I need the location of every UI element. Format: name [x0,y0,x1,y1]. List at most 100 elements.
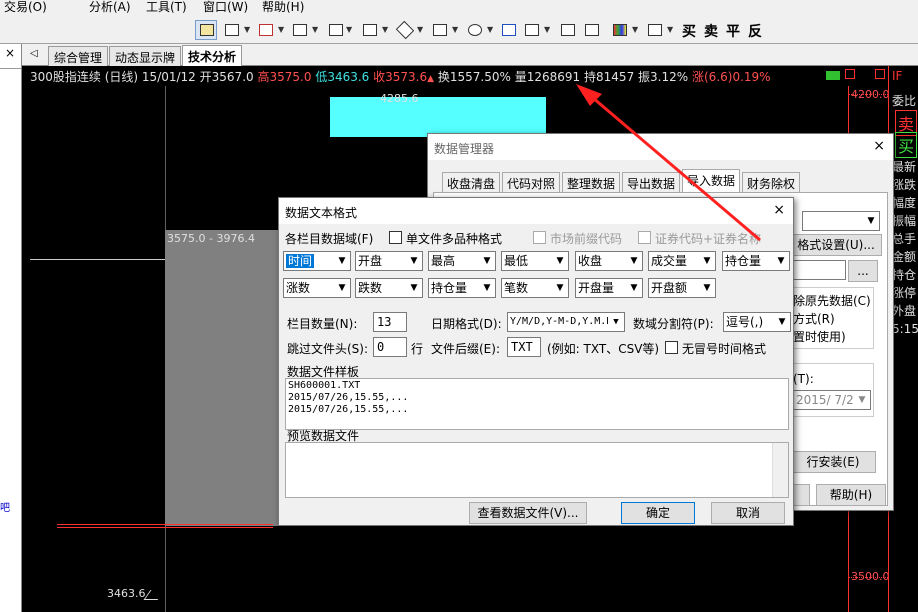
low-price-label: 3463.6 [107,587,146,600]
eraser-icon[interactable] [556,20,578,40]
menu-analysis[interactable]: 分析(A) [89,0,131,14]
no-colon-checkbox[interactable] [665,341,678,354]
no-colon-label: 无冒号时间格式 [682,342,767,356]
date-picker[interactable]: 2015/ 7/26 ▼ [793,390,871,410]
path-input[interactable] [790,260,846,280]
close-position-button[interactable]: 平 [726,21,740,41]
close-icon[interactable]: × [5,46,15,60]
field-select-8[interactable]: 涨数 ▼ [283,278,351,298]
chevron-down-icon[interactable]: ▼ [312,25,318,34]
channel-tool-icon[interactable] [254,20,276,40]
separator-select[interactable]: 逗号(,) ▼ [723,312,791,332]
field-select-2[interactable]: 开盘 ▼ [355,251,423,271]
buy-button[interactable]: 买 [682,21,696,41]
field-select-4[interactable]: 最低 ▼ [501,251,569,271]
chevron-down-icon[interactable]: ▼ [487,25,493,34]
connection-icon [826,71,840,80]
tab-code-map[interactable]: 代码对照 [502,172,561,192]
field-select-1[interactable]: 时间 ▼ [283,251,351,271]
format-settings-button[interactable]: 格式设置(U)... [790,234,882,256]
gann-icon[interactable] [358,20,380,40]
help-button[interactable]: 帮助(H) [816,484,886,506]
quote-low: 低3463.6 [315,70,370,84]
date-format-label: 日期格式(D): [431,317,502,331]
diamond-icon[interactable] [393,20,415,40]
tab-close-clear[interactable]: 收盘清盘 [442,172,501,192]
start-install-button[interactable]: 行安装(E) [790,451,876,473]
menu-help[interactable]: 帮助(H) [262,0,304,14]
restore-icon[interactable] [845,69,855,79]
field-select-7[interactable]: 持仓量 ▼ [722,251,790,271]
chevron-down-icon[interactable]: ▼ [632,25,638,34]
line-tool-icon[interactable] [220,20,242,40]
text-format-titlebar: 数据文本格式 × [279,198,793,224]
menu-window[interactable]: 窗口(W) [203,0,248,14]
copy-icon[interactable] [580,20,602,40]
symbol-name: 300股指连续 (日线) [30,70,139,84]
ok-button[interactable]: 确定 [621,502,695,524]
sample-line: 2015/07/26,15.55,... [288,392,409,403]
field-select-5[interactable]: 收盘 ▼ [575,251,643,271]
date-format-select[interactable]: Y/M/D,Y-M-D,Y.M.D ▼ [507,312,625,332]
tab-finance[interactable]: 财务除权 [742,172,801,192]
column-count-input[interactable]: 13 [373,312,407,332]
chevron-down-icon[interactable]: ▼ [417,25,423,34]
menu-trade[interactable]: 交易(O) [4,0,47,14]
scroll-left-icon[interactable]: ◁ [30,48,38,59]
fibonacci-icon[interactable] [324,20,346,40]
chevron-down-icon[interactable]: ▼ [346,25,352,34]
chevron-down-icon[interactable]: ▼ [244,25,250,34]
close-icon[interactable]: × [773,202,785,218]
field-select-12[interactable]: 开盘量 ▼ [575,278,643,298]
tab-organize[interactable]: 整理数据 [562,172,621,192]
draw-cursor-icon[interactable] [195,20,217,40]
vertical-lines-icon[interactable] [288,20,310,40]
date-group: (T): 2015/ 7/26 ▼ [790,363,874,417]
chevron-down-icon[interactable]: ▼ [667,25,673,34]
import-type-select[interactable]: ▼ [802,211,880,231]
reverse-button[interactable]: 反 [748,21,762,41]
field-select-11[interactable]: 笔数 ▼ [501,278,569,298]
chevron-down-icon[interactable]: ▼ [278,25,284,34]
tab-technical-analysis[interactable]: 技术分析 [182,45,243,66]
field-select-6[interactable]: 成交量 ▼ [648,251,716,271]
chevron-down-icon[interactable]: ▼ [452,25,458,34]
market-prefix-checkbox[interactable] [533,231,546,244]
circle-icon[interactable] [463,20,485,40]
close-icon[interactable]: × [873,138,885,154]
color-grid-icon[interactable] [608,20,630,40]
rectangle-icon[interactable] [428,20,450,40]
quote-open: 开3567.0 [199,70,254,84]
browse-button[interactable]: ... [848,260,878,282]
scrollbar[interactable] [772,443,788,497]
chevron-down-icon[interactable]: ▼ [382,25,388,34]
field-select-10[interactable]: 持仓量 ▼ [428,278,496,298]
view-file-button[interactable]: 查看数据文件(V)... [469,502,587,524]
text-tool-icon[interactable] [497,20,519,40]
multi-file-checkbox[interactable] [389,231,402,244]
tab-dynamic-board[interactable]: 动态显示牌 [109,46,182,66]
suffix-input[interactable]: TXT [507,337,541,357]
pencil-icon[interactable] [643,20,665,40]
menu-tools[interactable]: 工具(T) [146,0,187,14]
toolbar: ▼ ▼ ▼ ▼ ▼ ▼ ▼ ▼ ▼ ▼ ▼ 买 卖 平 反 [0,16,918,44]
quote-high: 高3575.0 [257,70,312,84]
top-price-label: 4285.6 [380,92,419,105]
tab-overview[interactable]: 综合管理 [48,46,109,66]
field-select-13[interactable]: 开盘额 ▼ [648,278,716,298]
code-name-checkbox[interactable] [638,231,651,244]
field-select-9[interactable]: 跌数 ▼ [355,278,423,298]
sell-button[interactable]: 卖 [704,21,718,41]
sample-line: SH600001.TXT [288,380,361,391]
tab-import[interactable]: 导入数据 [682,169,741,193]
arrow-tool-icon[interactable] [520,20,542,40]
maximize-icon[interactable] [875,69,885,79]
field-select-3[interactable]: 最高 ▼ [428,251,496,271]
skip-header-input[interactable]: 0 [373,337,407,357]
preview-box[interactable] [285,442,789,498]
left-panel-link[interactable]: 吧 [0,499,10,514]
range-label: 3575.0 - 3976.4 [167,232,255,245]
chevron-down-icon[interactable]: ▼ [544,25,550,34]
tab-export[interactable]: 导出数据 [622,172,681,192]
cancel-button[interactable]: 取消 [711,502,785,524]
